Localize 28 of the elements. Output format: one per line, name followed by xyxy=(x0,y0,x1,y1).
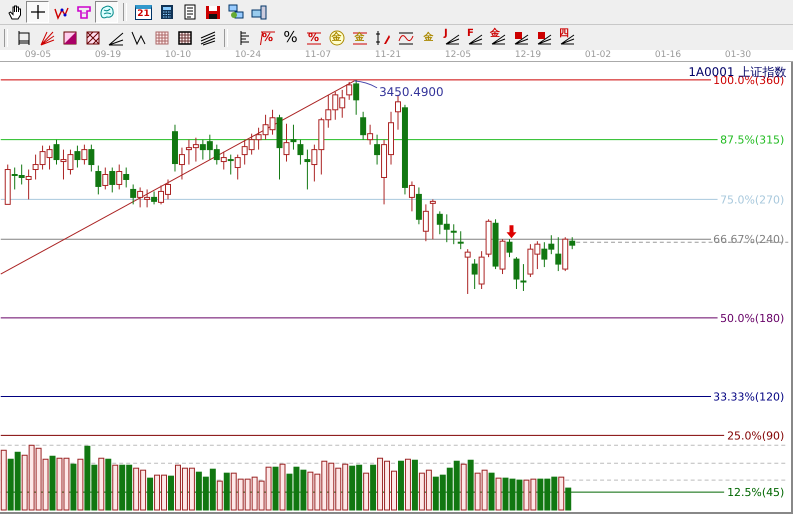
fibonacci-level-label: 25.0%(90) xyxy=(727,429,784,442)
date-axis-label: 12-19 xyxy=(514,50,542,61)
fibonacci-level-label: 50.0%(180) xyxy=(720,312,784,325)
fan-letter-tool-button[interactable]: J xyxy=(440,26,463,48)
peak-price-label: 3450.4900 xyxy=(379,84,444,99)
fibonacci-level-label: 87.5%(315) xyxy=(720,134,784,147)
date-axis-label: 10-24 xyxy=(234,50,262,61)
slash-percent-tool-button[interactable]: % xyxy=(256,26,279,48)
fan-letter-tool-button[interactable]: 四 xyxy=(555,26,578,48)
coin-plain-tool-button[interactable]: 金 xyxy=(417,26,440,48)
fibonacci-level-label: 75.0%(270) xyxy=(720,193,784,206)
date-axis-label: 11-07 xyxy=(304,50,332,61)
date-axis-label: 09-05 xyxy=(24,50,52,61)
date-axis-label: 12-05 xyxy=(444,50,472,61)
fibonacci-level-label: 33.33%(120) xyxy=(713,390,784,404)
fan-letter-tool-button[interactable]: 金 xyxy=(486,26,509,48)
percent-tool-button[interactable]: % xyxy=(279,26,302,48)
fibonacci-level-label: 12.5%(45) xyxy=(727,486,784,500)
fibonacci-level-label: 66.67%(240) xyxy=(713,233,784,246)
coin-tool-button[interactable]: 金 xyxy=(325,26,348,48)
fan-letter-tool-button[interactable]: F xyxy=(463,26,486,48)
date-axis-label: 10-10 xyxy=(164,50,192,61)
date-axis-label: 01-02 xyxy=(584,50,612,61)
date-axis-label: 01-30 xyxy=(724,50,752,61)
date-axis-label: 09-19 xyxy=(94,50,122,61)
date-axis-label: 01-16 xyxy=(654,50,682,61)
date-axis-label: 11-21 xyxy=(374,50,402,61)
coin-lines-tool-button[interactable]: 金 xyxy=(348,26,371,48)
